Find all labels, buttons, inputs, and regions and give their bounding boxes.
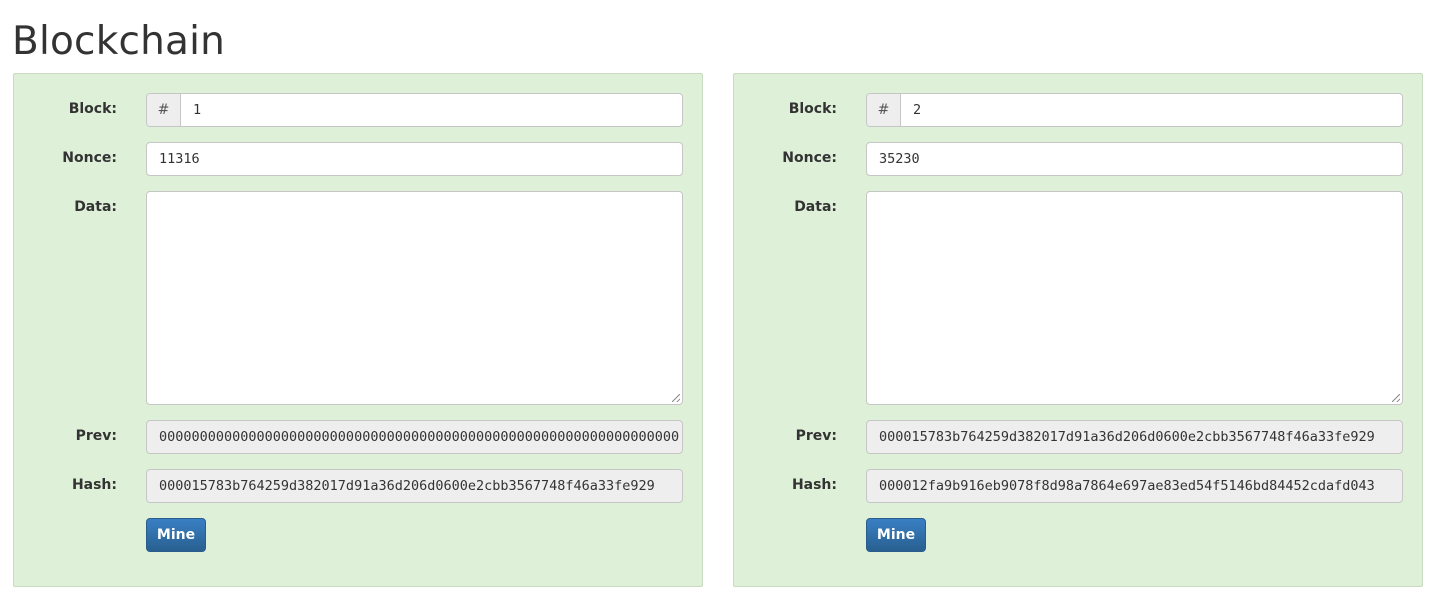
data-label: Data:	[74, 199, 117, 215]
nonce-input[interactable]: 35230	[866, 142, 1403, 176]
nonce-label: Nonce:	[62, 150, 117, 166]
block-number-group: # 2	[866, 93, 1403, 127]
nonce-input[interactable]: 11316	[146, 142, 683, 176]
data-textarea[interactable]	[146, 191, 683, 405]
block-number-input[interactable]: 1	[181, 94, 682, 126]
prev-label: Prev:	[795, 428, 837, 444]
prev-hash-field: 0000000000000000000000000000000000000000…	[146, 420, 683, 454]
mine-button[interactable]: Mine	[866, 518, 926, 552]
block-hash-addon: #	[147, 94, 181, 126]
block-hash-addon: #	[867, 94, 901, 126]
page-title: Blockchain	[12, 19, 226, 64]
resize-grip-icon[interactable]	[672, 394, 680, 402]
block-number-input[interactable]: 2	[901, 94, 1402, 126]
nonce-label: Nonce:	[782, 150, 837, 166]
hash-field: 000012fa9b916eb9078f8d98a7864e697ae83ed5…	[866, 469, 1403, 503]
block-label: Block:	[788, 101, 837, 117]
data-label: Data:	[794, 199, 837, 215]
resize-grip-icon[interactable]	[1392, 394, 1400, 402]
prev-label: Prev:	[75, 428, 117, 444]
block-number-group: # 1	[146, 93, 683, 127]
data-textarea[interactable]	[866, 191, 1403, 405]
hash-label: Hash:	[71, 477, 117, 493]
mine-button[interactable]: Mine	[146, 518, 206, 552]
block-card-2: Block: # 2 Nonce: 35230 Data: Prev: 0000…	[733, 73, 1423, 587]
prev-hash-field: 000015783b764259d382017d91a36d206d0600e2…	[866, 420, 1403, 454]
hash-label: Hash:	[791, 477, 837, 493]
block-label: Block:	[68, 101, 117, 117]
hash-field: 000015783b764259d382017d91a36d206d0600e2…	[146, 469, 683, 503]
block-card-1: Block: # 1 Nonce: 11316 Data: Prev: 0000…	[13, 73, 703, 587]
